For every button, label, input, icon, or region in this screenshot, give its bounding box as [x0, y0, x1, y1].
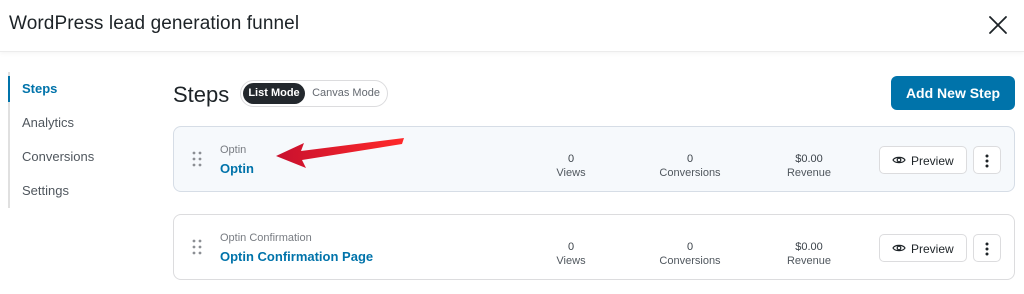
preview-label: Preview — [911, 242, 954, 256]
eye-icon — [892, 156, 906, 164]
conversions-value: 0 — [686, 241, 694, 253]
views-value: 0 — [567, 241, 575, 253]
preview-button[interactable]: Preview — [879, 234, 967, 262]
mode-toggle: List Mode Canvas Mode — [240, 80, 388, 107]
conversions-label: Conversions — [659, 255, 721, 267]
eye-icon — [892, 244, 906, 252]
views-metric: 0 Views — [516, 240, 626, 268]
step-name-link[interactable]: Optin Confirmation Page — [220, 249, 373, 264]
revenue-label: Revenue — [786, 255, 832, 267]
sidebar-item-settings[interactable]: Settings — [10, 174, 138, 208]
drag-handle-icon[interactable] — [192, 239, 202, 255]
sidebar-nav: Steps Analytics Conversions Settings — [8, 72, 138, 208]
views-metric: 0 Views — [516, 152, 626, 180]
views-label: Views — [556, 255, 586, 267]
page-title: Steps — [173, 82, 230, 107]
conversions-value: 0 — [686, 153, 694, 165]
step-card: Optin Confirmation Optin Confirmation Pa… — [173, 214, 1015, 280]
step-type-label: Optin — [220, 144, 247, 156]
sidebar-item-steps[interactable]: Steps — [8, 72, 138, 106]
close-button[interactable] — [985, 12, 1011, 38]
canvas-mode-button[interactable]: Canvas Mode — [309, 83, 383, 104]
more-options-button[interactable] — [973, 146, 1001, 174]
top-bar: WordPress lead generation funnel — [0, 0, 1024, 52]
drag-handle-icon[interactable] — [192, 151, 202, 167]
revenue-label: Revenue — [786, 167, 832, 179]
add-new-step-button[interactable]: Add New Step — [891, 76, 1015, 110]
step-card: Optin Optin 0 Views 0 Conversions $0.00 … — [173, 126, 1015, 192]
more-vertical-icon — [985, 154, 989, 168]
revenue-metric: $0.00 Revenue — [754, 240, 864, 268]
conversions-metric: 0 Conversions — [635, 152, 745, 180]
step-name-link[interactable]: Optin — [220, 161, 254, 176]
conversions-label: Conversions — [659, 167, 721, 179]
revenue-metric: $0.00 Revenue — [754, 152, 864, 180]
sidebar-item-analytics[interactable]: Analytics — [10, 106, 138, 140]
views-value: 0 — [567, 153, 575, 165]
more-vertical-icon — [985, 242, 989, 256]
views-label: Views — [556, 167, 586, 179]
preview-button[interactable]: Preview — [879, 146, 967, 174]
conversions-metric: 0 Conversions — [635, 240, 745, 268]
revenue-value: $0.00 — [795, 153, 823, 165]
close-icon — [989, 16, 1007, 34]
window-title: WordPress lead generation funnel — [9, 13, 300, 34]
step-type-label: Optin Confirmation — [220, 232, 312, 244]
preview-label: Preview — [911, 154, 954, 168]
sidebar-item-conversions[interactable]: Conversions — [10, 140, 138, 174]
revenue-value: $0.00 — [795, 241, 823, 253]
list-mode-button[interactable]: List Mode — [243, 83, 305, 104]
more-options-button[interactable] — [973, 234, 1001, 262]
